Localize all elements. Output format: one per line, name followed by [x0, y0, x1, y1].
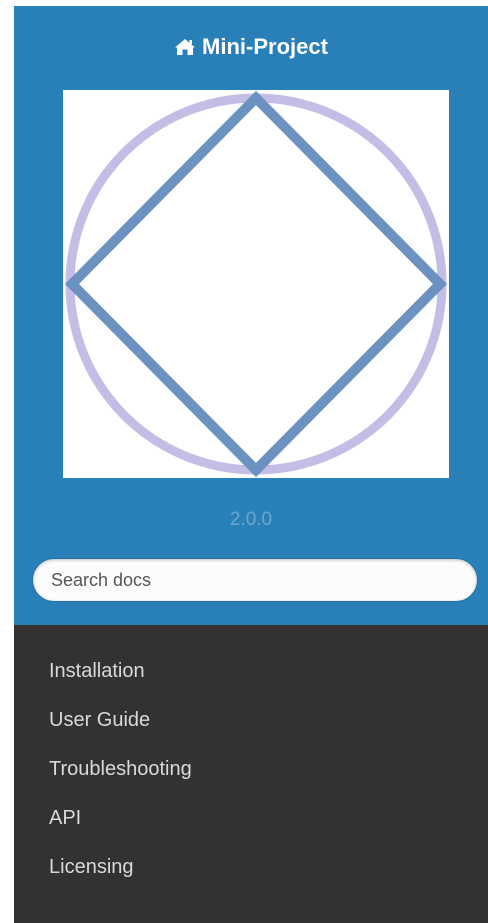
nav-menu: Installation User Guide Troubleshooting …	[14, 649, 488, 894]
nav-item-troubleshooting[interactable]: Troubleshooting	[14, 747, 488, 796]
version-label: 2.0.0	[229, 509, 273, 530]
search-input[interactable]	[51, 559, 461, 601]
nav-item-licensing[interactable]: Licensing	[14, 845, 488, 894]
logo-image	[64, 90, 448, 478]
sidebar-header: Mini-Project 2.0.0	[14, 6, 488, 625]
home-icon	[174, 36, 196, 62]
project-logo[interactable]	[63, 90, 449, 478]
nav-item-installation[interactable]: Installation	[14, 649, 488, 698]
search-box	[32, 558, 478, 602]
project-title: Mini-Project	[202, 34, 328, 59]
nav-item-user-guide[interactable]: User Guide	[14, 698, 488, 747]
sidebar: Mini-Project 2.0.0 Installation User Gui…	[14, 6, 488, 923]
nav-item-api[interactable]: API	[14, 796, 488, 845]
project-home-link[interactable]: Mini-Project	[14, 34, 488, 62]
